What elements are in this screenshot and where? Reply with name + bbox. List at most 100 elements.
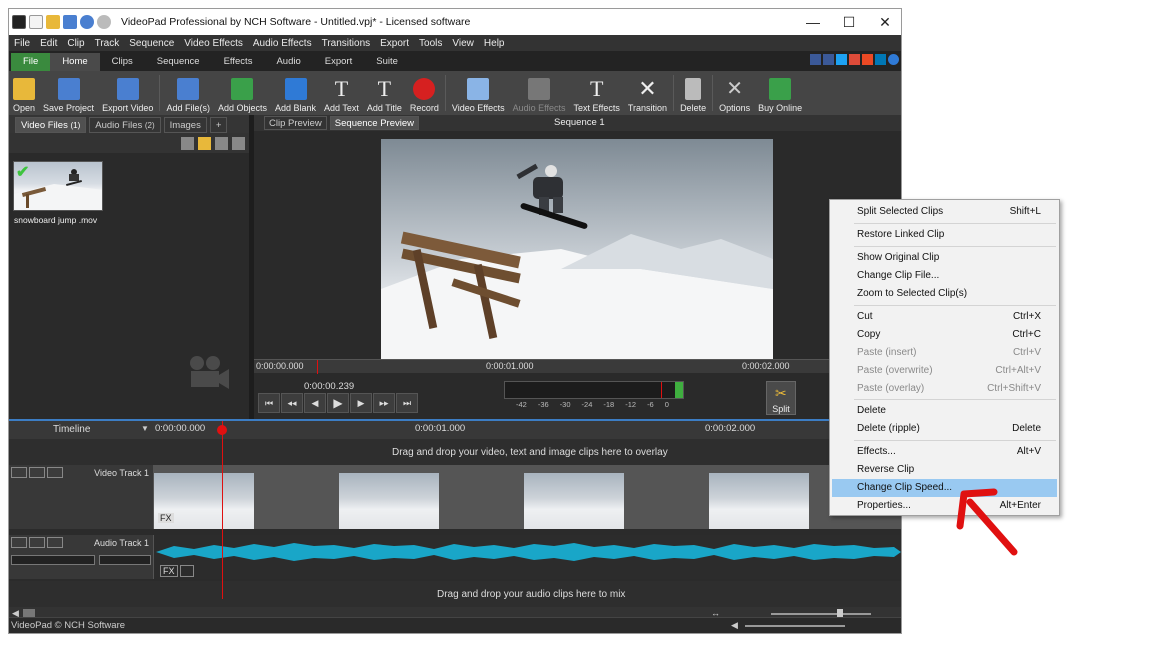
maximize-button[interactable]: ☐ xyxy=(831,9,867,35)
menu-item-effects[interactable]: Effects... Alt+V xyxy=(832,443,1057,461)
menu-clip[interactable]: Clip xyxy=(62,38,89,49)
like-icon[interactable] xyxy=(810,54,821,65)
step-back-button[interactable]: ◀ xyxy=(304,393,326,413)
minimize-button[interactable]: — xyxy=(795,9,831,35)
menu-tools[interactable]: Tools xyxy=(414,38,447,49)
menu-audio-effects[interactable]: Audio Effects xyxy=(248,38,317,49)
previous-frame-button[interactable]: ◂◂ xyxy=(281,393,303,413)
open-button[interactable]: Open xyxy=(9,78,39,113)
split-button[interactable]: ✂ Split xyxy=(766,381,796,415)
tab-clip-preview[interactable]: Clip Preview xyxy=(264,116,327,130)
preview-ruler[interactable]: 0:00:00.000 0:00:01.000 0:00:02.000 xyxy=(254,359,834,374)
list-view-icon[interactable] xyxy=(215,136,228,150)
menu-item-paste-overlay[interactable]: Paste (overlay) Ctrl+Shift+V xyxy=(832,380,1057,398)
volume-slider[interactable] xyxy=(11,555,95,565)
menu-help[interactable]: Help xyxy=(479,38,510,49)
add-objects-button[interactable]: Add Objects xyxy=(214,78,271,113)
speaker-icon[interactable] xyxy=(180,565,194,577)
video-clip[interactable] xyxy=(709,473,809,529)
menu-item-change-clip-file[interactable]: Change Clip File... xyxy=(832,267,1057,285)
save-project-button[interactable]: Save Project xyxy=(39,78,98,113)
help-icon[interactable] xyxy=(888,54,899,65)
go-to-start-button[interactable]: ⏮ xyxy=(258,393,280,413)
menu-item-reverse-clip[interactable]: Reverse Clip xyxy=(832,461,1057,479)
record-button[interactable]: Record xyxy=(406,78,443,113)
fx-badge[interactable]: FX xyxy=(160,565,178,577)
eye-icon[interactable] xyxy=(29,467,45,478)
redo-icon[interactable] xyxy=(97,15,111,29)
menu-export[interactable]: Export xyxy=(375,38,414,49)
pan-slider[interactable] xyxy=(99,555,151,565)
menu-item-zoom-to-selected-clips[interactable]: Zoom to Selected Clip(s) xyxy=(832,285,1057,303)
menu-item-delete[interactable]: Delete xyxy=(832,402,1057,420)
chevron-down-icon[interactable]: ▼ xyxy=(141,424,149,433)
tab-sequence[interactable]: Sequence xyxy=(145,53,212,71)
options-button[interactable]: ✕ Options xyxy=(715,78,754,113)
add-files-button[interactable]: Add File(s) xyxy=(162,78,214,113)
overlay-drop-zone[interactable]: Drag and drop your video, text and image… xyxy=(9,439,901,465)
menu-item-delete-ripple[interactable]: Delete (ripple) Delete xyxy=(832,420,1057,438)
speaker-icon[interactable] xyxy=(29,537,45,548)
facebook-icon[interactable] xyxy=(823,54,834,65)
linkedin-icon[interactable] xyxy=(875,54,886,65)
menu-transitions[interactable]: Transitions xyxy=(317,38,376,49)
transition-button[interactable]: ✕ Transition xyxy=(624,78,671,114)
lock-icon[interactable] xyxy=(47,467,63,478)
go-to-end-button[interactable]: ⏭ xyxy=(396,393,418,413)
tab-effects[interactable]: Effects xyxy=(212,53,265,71)
timeline-playhead[interactable] xyxy=(222,421,223,599)
twitter-icon[interactable] xyxy=(836,54,847,65)
play-button[interactable]: ▶ xyxy=(327,393,349,413)
lock-icon[interactable] xyxy=(47,537,63,548)
trash-icon[interactable] xyxy=(181,136,194,150)
add-text-button[interactable]: T Add Text xyxy=(320,78,363,114)
google-plus-icon[interactable] xyxy=(849,54,860,65)
audio-effects-button[interactable]: Audio Effects xyxy=(509,78,570,113)
expand-icon[interactable] xyxy=(232,136,245,150)
video-effects-button[interactable]: Video Effects xyxy=(448,78,509,113)
tab-audio[interactable]: Audio xyxy=(264,53,312,71)
open-folder-icon[interactable] xyxy=(46,15,60,29)
export-video-button[interactable]: Export Video xyxy=(98,78,157,113)
video-clip[interactable] xyxy=(339,473,439,529)
master-volume-slider[interactable] xyxy=(745,625,845,627)
new-file-icon[interactable] xyxy=(29,15,43,29)
collapse-track-button[interactable] xyxy=(11,467,27,478)
fx-badge[interactable]: FX xyxy=(158,513,174,523)
tab-home[interactable]: Home xyxy=(50,53,100,71)
tab-file[interactable]: File xyxy=(11,53,51,71)
menu-item-restore-linked-clip[interactable]: Restore Linked Clip xyxy=(832,226,1057,244)
video-clip[interactable] xyxy=(524,473,624,529)
tab-sequence-preview[interactable]: Sequence Preview xyxy=(329,116,420,130)
menu-item-paste-overwrite[interactable]: Paste (overwrite) Ctrl+Alt+V xyxy=(832,362,1057,380)
save-icon[interactable] xyxy=(63,15,77,29)
menu-sequence[interactable]: Sequence xyxy=(124,38,179,49)
zoom-slider[interactable] xyxy=(771,613,871,615)
folder-icon[interactable] xyxy=(198,136,211,150)
volume-icon[interactable]: ◀ xyxy=(731,620,738,631)
tab-images[interactable]: Images xyxy=(163,117,207,133)
text-effects-button[interactable]: T Text Effects xyxy=(570,78,624,114)
collapse-track-button[interactable] xyxy=(11,537,27,548)
timeline-label[interactable]: Timeline xyxy=(53,424,90,435)
menu-video-effects[interactable]: Video Effects xyxy=(179,38,248,49)
menu-item-copy[interactable]: Copy Ctrl+C xyxy=(832,326,1057,344)
tab-export[interactable]: Export xyxy=(313,53,364,71)
add-bin-tab[interactable]: + xyxy=(209,117,228,133)
menu-file[interactable]: File xyxy=(9,38,35,49)
audio-track[interactable]: FX xyxy=(154,535,901,579)
tab-video-files[interactable]: Video Files (1) xyxy=(15,117,87,133)
stumbleupon-icon[interactable] xyxy=(862,54,873,65)
video-track[interactable]: FX xyxy=(154,465,901,529)
menu-track[interactable]: Track xyxy=(90,38,125,49)
add-blank-button[interactable]: Add Blank xyxy=(271,78,320,113)
menu-edit[interactable]: Edit xyxy=(35,38,62,49)
next-frame-button[interactable]: ▸▸ xyxy=(373,393,395,413)
delete-button[interactable]: Delete xyxy=(676,78,710,113)
add-title-button[interactable]: T Add Title xyxy=(363,78,406,114)
close-button[interactable]: ✕ xyxy=(867,9,901,35)
undo-icon[interactable] xyxy=(80,15,94,29)
menu-item-split-selected-clips[interactable]: Split Selected Clips Shift+L xyxy=(832,203,1057,221)
tab-clips[interactable]: Clips xyxy=(100,53,145,71)
menu-item-cut[interactable]: Cut Ctrl+X xyxy=(832,308,1057,326)
